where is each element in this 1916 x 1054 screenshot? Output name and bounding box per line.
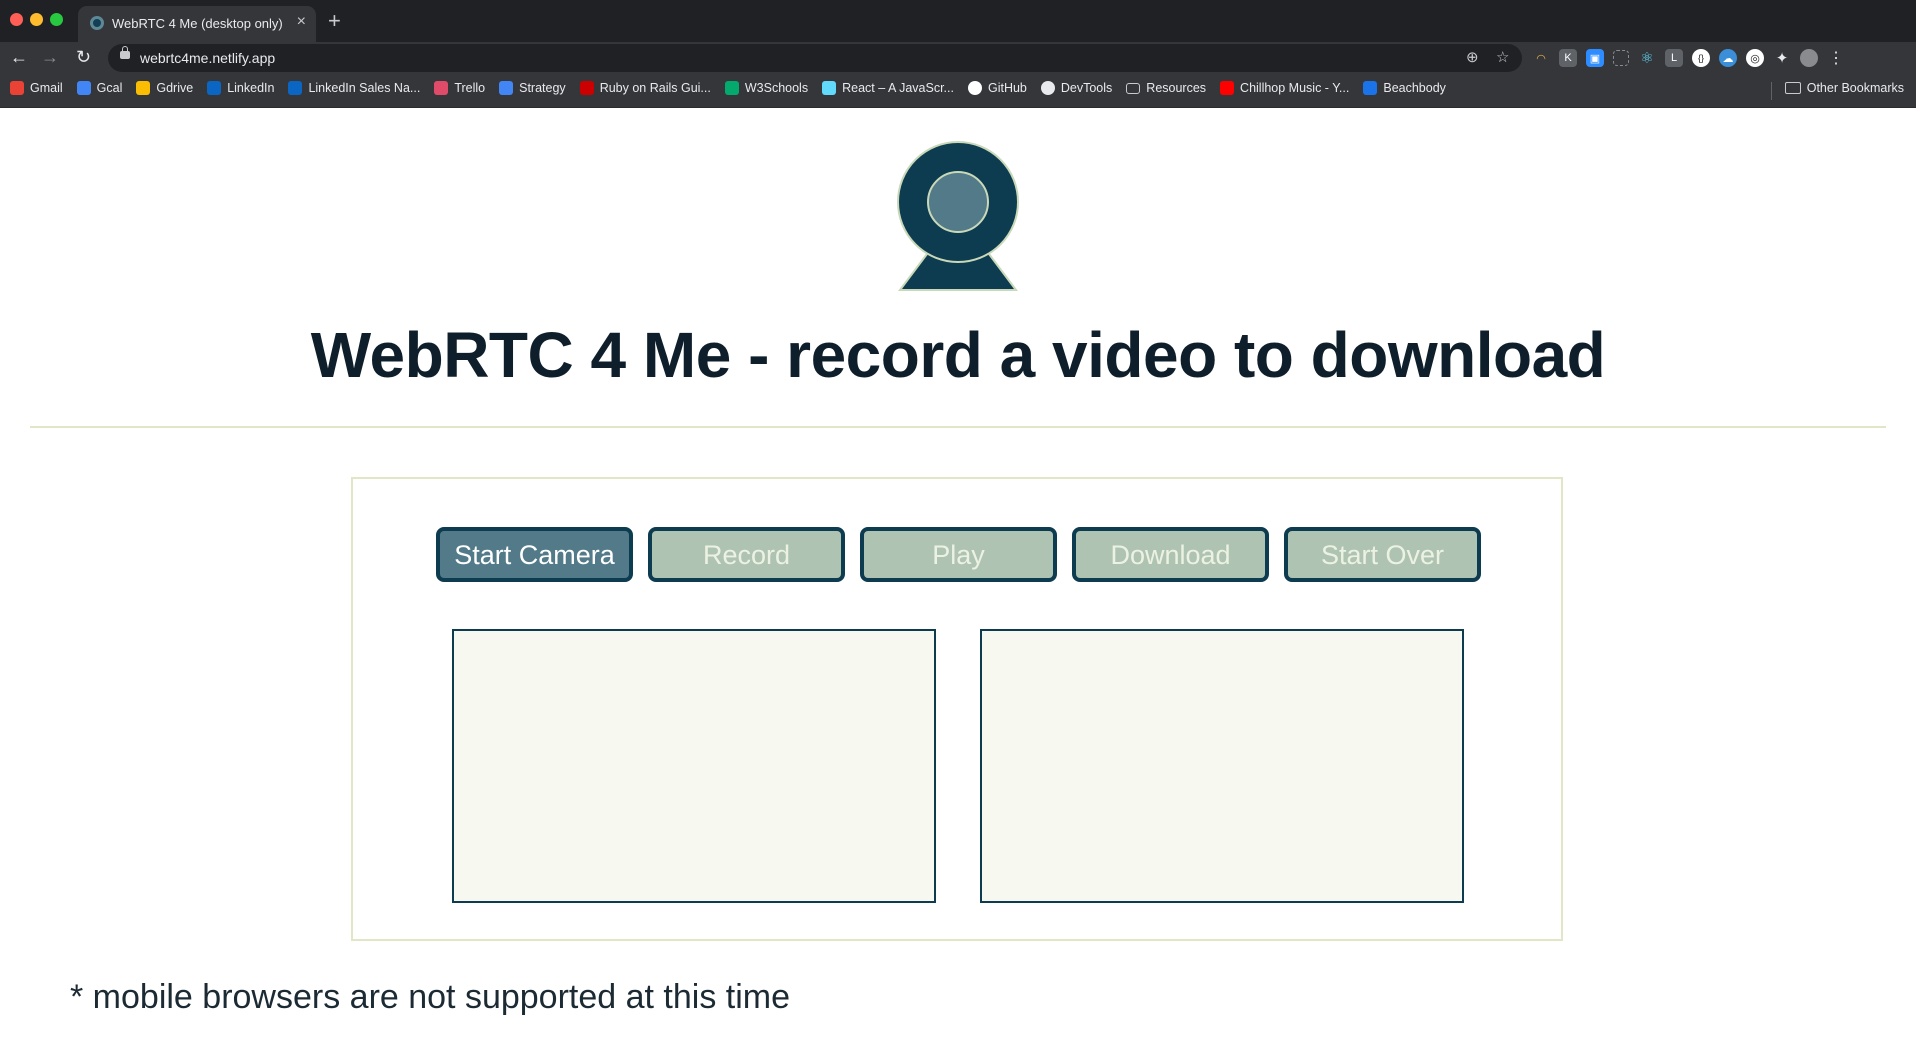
bookmark-item[interactable]: Ruby on Rails Gui... [579, 81, 711, 95]
bookmark-label: React – A JavaScr... [842, 81, 954, 95]
bookmark-item[interactable]: W3Schools [724, 81, 809, 95]
maximize-window-button[interactable] [50, 13, 63, 26]
other-bookmarks-label: Other Bookmarks [1806, 81, 1904, 95]
recorder-panel: Start Camera Record Play Download Start … [351, 477, 1563, 941]
w3schools-icon [724, 81, 739, 95]
browser-toolbar: ← → ↻ webrtc4me.netlify.app ⊕ ☆ ◠ K ▣ ⚛ … [0, 42, 1916, 74]
gmail-icon [10, 81, 24, 95]
bookmark-label: LinkedIn Sales Na... [308, 81, 421, 95]
browser-tab-bar: WebRTC 4 Me (desktop only) × + [0, 0, 1916, 42]
cloud-extension-icon[interactable]: ☁ [1719, 49, 1737, 67]
extension-icons: ◠ K ▣ ⚛ L {} ☁ ◎ ✦ ⋮ [1532, 47, 1845, 69]
github-icon [967, 81, 982, 95]
bookmark-label: Strategy [519, 81, 566, 95]
address-bar[interactable]: webrtc4me.netlify.app ⊕ ☆ [108, 44, 1522, 72]
rails-icon [579, 81, 594, 95]
bookmark-item[interactable]: React – A JavaScr... [822, 81, 954, 95]
folder-icon [1126, 82, 1141, 94]
start-over-button[interactable]: Start Over [1284, 527, 1481, 582]
bookmark-item[interactable]: Gdrive [136, 81, 193, 95]
reload-button[interactable]: ↻ [76, 46, 91, 68]
calendar-icon [76, 81, 91, 95]
bookmark-item[interactable]: Gcal [76, 81, 123, 95]
compass-icon [288, 81, 303, 95]
bookmark-item[interactable]: Gmail [10, 81, 63, 95]
start-camera-button[interactable]: Start Camera [436, 527, 633, 582]
bookmark-item[interactable]: Trello [434, 81, 485, 95]
bookmarks-divider [1771, 82, 1772, 100]
bookmarks-bar: Gmail Gcal Gdrive LinkedIn LinkedIn Sales Na… [0, 74, 1916, 108]
live-camera-video [452, 629, 936, 903]
youtube-icon [1220, 81, 1235, 95]
bookmark-label: Gcal [96, 81, 123, 95]
close-window-button[interactable] [10, 13, 23, 26]
rainbow-extension-icon[interactable]: ◠ [1532, 49, 1550, 67]
bookmark-label: Gdrive [156, 81, 194, 95]
webcam-favicon-icon [90, 16, 104, 30]
k-extension-icon[interactable]: K [1559, 49, 1577, 67]
page-title: WebRTC 4 Me - record a video to download [310, 319, 1606, 391]
recorded-playback-video [980, 629, 1464, 903]
l-extension-icon[interactable]: L [1665, 49, 1683, 67]
mobile-support-note: * mobile browsers are not supported at t… [70, 978, 791, 1016]
zoom-extension-icon[interactable]: ▣ [1586, 49, 1604, 67]
bookmark-label: Resources [1146, 81, 1207, 95]
browser-menu-icon[interactable]: ⋮ [1827, 49, 1845, 67]
play-button[interactable]: Play [860, 527, 1057, 582]
bookmark-item[interactable]: Strategy [499, 81, 566, 95]
linkedin-icon [207, 81, 222, 95]
bookmark-item[interactable]: LinkedIn [207, 81, 274, 95]
other-bookmarks[interactable]: Other Bookmarks [1784, 81, 1904, 95]
bookmark-item[interactable]: GitHub [967, 81, 1027, 95]
react-icon [822, 81, 837, 95]
bookmark-label: Chillhop Music - Y... [1240, 81, 1350, 95]
bookmark-label: LinkedIn [227, 81, 275, 95]
bookmark-star-icon[interactable]: ☆ [1496, 48, 1509, 68]
bookmarks-list: Gmail Gcal Gdrive LinkedIn LinkedIn Sales Na… [10, 81, 1446, 95]
react-devtools-icon[interactable]: ⚛ [1638, 49, 1656, 67]
bookmark-item[interactable]: LinkedIn Sales Na... [288, 81, 420, 95]
back-button[interactable]: ← [10, 46, 28, 68]
drive-icon [136, 81, 151, 95]
bookmark-label: Gmail [30, 81, 63, 95]
docs-icon [499, 81, 514, 95]
devtools-icon [1040, 81, 1055, 95]
bookmark-label: Trello [454, 81, 486, 95]
puzzle-extensions-icon[interactable]: ✦ [1773, 49, 1791, 67]
bookmark-label: Ruby on Rails Gui... [599, 81, 711, 95]
close-tab-icon[interactable]: × [297, 13, 306, 31]
bookmark-item[interactable]: Beachbody [1363, 81, 1446, 95]
new-tab-button[interactable]: + [328, 8, 341, 34]
bookmark-item[interactable]: Resources [1126, 81, 1206, 95]
webcam-logo-icon [897, 141, 1019, 291]
download-button[interactable]: Download [1072, 527, 1269, 582]
folder-icon [1784, 82, 1801, 94]
page-content: WebRTC 4 Me - record a video to download… [0, 108, 1916, 1054]
circle-extension-icon[interactable]: ◎ [1746, 49, 1764, 67]
tab-title: WebRTC 4 Me (desktop only) [112, 16, 283, 31]
bookmark-label: W3Schools [744, 81, 809, 95]
minimize-window-button[interactable] [30, 13, 43, 26]
profile-avatar[interactable] [1800, 49, 1818, 67]
beachbody-icon [1363, 81, 1378, 95]
trello-icon [434, 81, 449, 95]
screenshot-extension-icon[interactable] [1613, 50, 1629, 66]
json-extension-icon[interactable]: {} [1692, 49, 1710, 67]
zoom-icon[interactable]: ⊕ [1466, 48, 1479, 68]
record-button[interactable]: Record [648, 527, 845, 582]
browser-tab[interactable]: WebRTC 4 Me (desktop only) × [78, 6, 316, 42]
forward-button[interactable]: → [41, 46, 59, 68]
bookmark-label: GitHub [987, 81, 1027, 95]
lock-icon[interactable] [120, 46, 130, 59]
header-divider [30, 426, 1886, 428]
url-text[interactable]: webrtc4me.netlify.app [140, 50, 275, 66]
bookmark-item[interactable]: DevTools [1040, 81, 1113, 95]
bookmark-label: Beachbody [1383, 81, 1446, 95]
bookmark-label: DevTools [1060, 81, 1113, 95]
bookmark-item[interactable]: Chillhop Music - Y... [1220, 81, 1349, 95]
